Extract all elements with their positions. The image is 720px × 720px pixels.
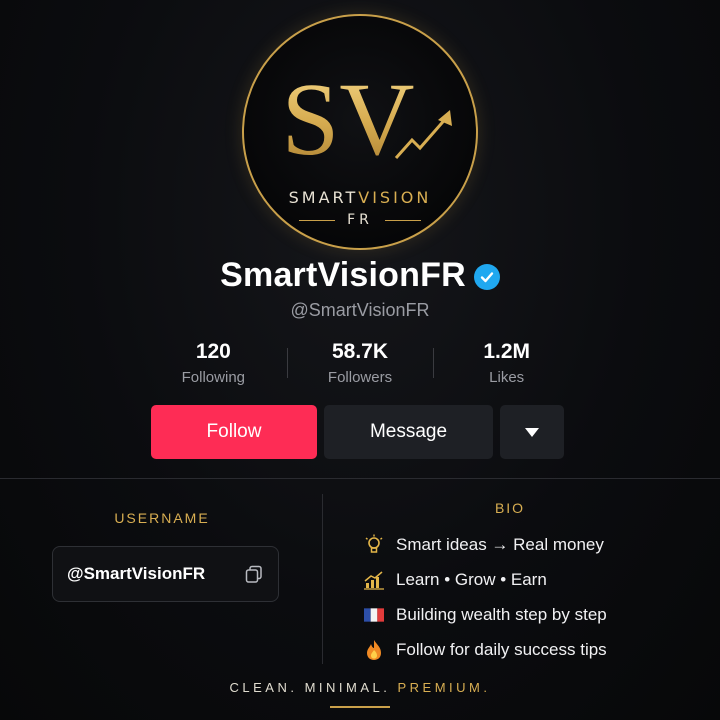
fire-icon <box>362 638 386 662</box>
stat-label: Likes <box>489 369 525 386</box>
bio-heading: BIO <box>494 500 526 516</box>
monogram-text: SV <box>282 62 415 177</box>
stat-value: 1.2M <box>483 340 531 363</box>
profile-name-row: SmartVisionFR <box>0 256 720 295</box>
username-field[interactable]: @SmartVisionFR <box>52 546 279 602</box>
copy-icon[interactable] <box>244 564 264 584</box>
bio-line: Smart ideas → Real money <box>362 527 607 562</box>
caret-down-icon <box>525 427 539 437</box>
stat-label: Following <box>181 369 246 386</box>
column-divider <box>322 494 323 664</box>
logo-wordmark: SMARTVISION <box>244 188 476 207</box>
stat-followers[interactable]: 58.7K Followers <box>286 340 434 386</box>
bio-text: Follow for daily success tips <box>396 639 607 659</box>
username-heading: USERNAME <box>114 510 210 526</box>
tagline-part-2: PREMIUM. <box>397 680 491 695</box>
verified-badge-icon <box>473 263 500 290</box>
logo-word-white: SMART <box>288 188 359 207</box>
bio-line: Follow for daily success tips <box>362 632 607 667</box>
follow-button[interactable]: Follow <box>151 405 317 459</box>
brand-logo: SV SMARTVISION FR <box>242 14 478 250</box>
stat-following[interactable]: 120 Following <box>140 340 287 386</box>
tagline-part-1: CLEAN. MINIMAL. <box>229 680 398 695</box>
section-divider <box>0 478 720 479</box>
lightbulb-icon <box>362 533 386 557</box>
tagline: CLEAN. MINIMAL. PREMIUM. <box>0 680 720 695</box>
tagline-underline <box>330 706 390 708</box>
chart-icon <box>362 568 386 592</box>
bio-text: Smart ideas → Real money <box>396 534 604 554</box>
bio-list: Smart ideas → Real money Learn • Grow • … <box>362 527 607 667</box>
logo-word-gold: VISION <box>358 188 432 207</box>
bio-line: Building wealth step by step <box>362 597 607 632</box>
display-name: SmartVisionFR <box>220 256 466 294</box>
profile-stats: 120 Following 58.7K Followers 1.2M Likes <box>140 340 580 386</box>
stat-likes: 1.2M Likes <box>433 340 580 386</box>
bio-line: Learn • Grow • Earn <box>362 562 607 597</box>
bio-text: Building wealth step by step <box>396 604 607 624</box>
france-flag-icon <box>362 603 386 627</box>
bio-text: Learn • Grow • Earn <box>396 569 547 589</box>
more-options-button[interactable] <box>500 405 564 459</box>
profile-handle: @SmartVisionFR <box>290 300 430 320</box>
username-value: @SmartVisionFR <box>67 564 206 583</box>
stat-label: Followers <box>327 369 393 386</box>
stat-value: 120 <box>195 340 231 363</box>
stat-value: 58.7K <box>331 340 389 363</box>
message-button[interactable]: Message <box>324 405 493 459</box>
logo-subtext: FR <box>244 212 476 228</box>
